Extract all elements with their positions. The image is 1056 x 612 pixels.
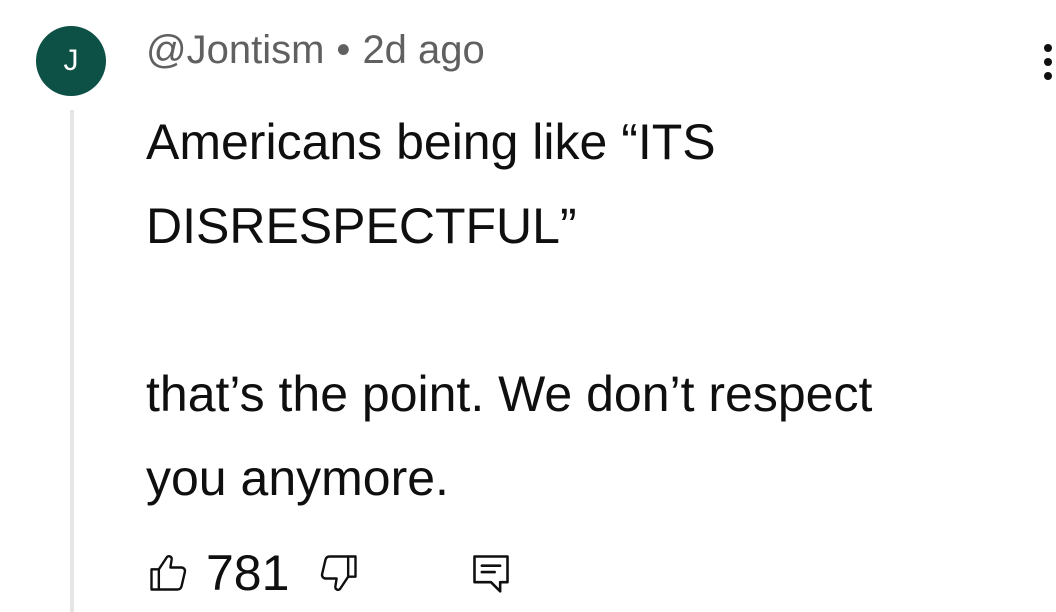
dislike-button[interactable] [317, 551, 361, 595]
author-handle[interactable]: @Jontism [146, 28, 324, 73]
thumbs-up-icon [150, 555, 187, 591]
meta-separator: • [336, 28, 351, 72]
comment-actions: 781 [146, 545, 513, 601]
comment-timestamp[interactable]: 2d ago [362, 28, 484, 73]
thumbs-down-icon [321, 555, 358, 591]
more-options-icon[interactable] [1040, 42, 1056, 82]
like-count: 781 [206, 545, 290, 601]
comment: J @Jontism • 2d ago Americans being like… [0, 0, 1056, 612]
comment-text: Americans being like “ITS DISRESPECTFUL”… [146, 114, 873, 506]
comment-reply-icon [473, 555, 510, 593]
avatar[interactable]: J [36, 26, 106, 96]
thread-line [70, 110, 74, 612]
avatar-letter: J [63, 44, 79, 77]
comment-header: @Jontism • 2d ago [146, 28, 485, 73]
like-button[interactable] [146, 551, 190, 595]
reply-button[interactable] [469, 551, 513, 595]
